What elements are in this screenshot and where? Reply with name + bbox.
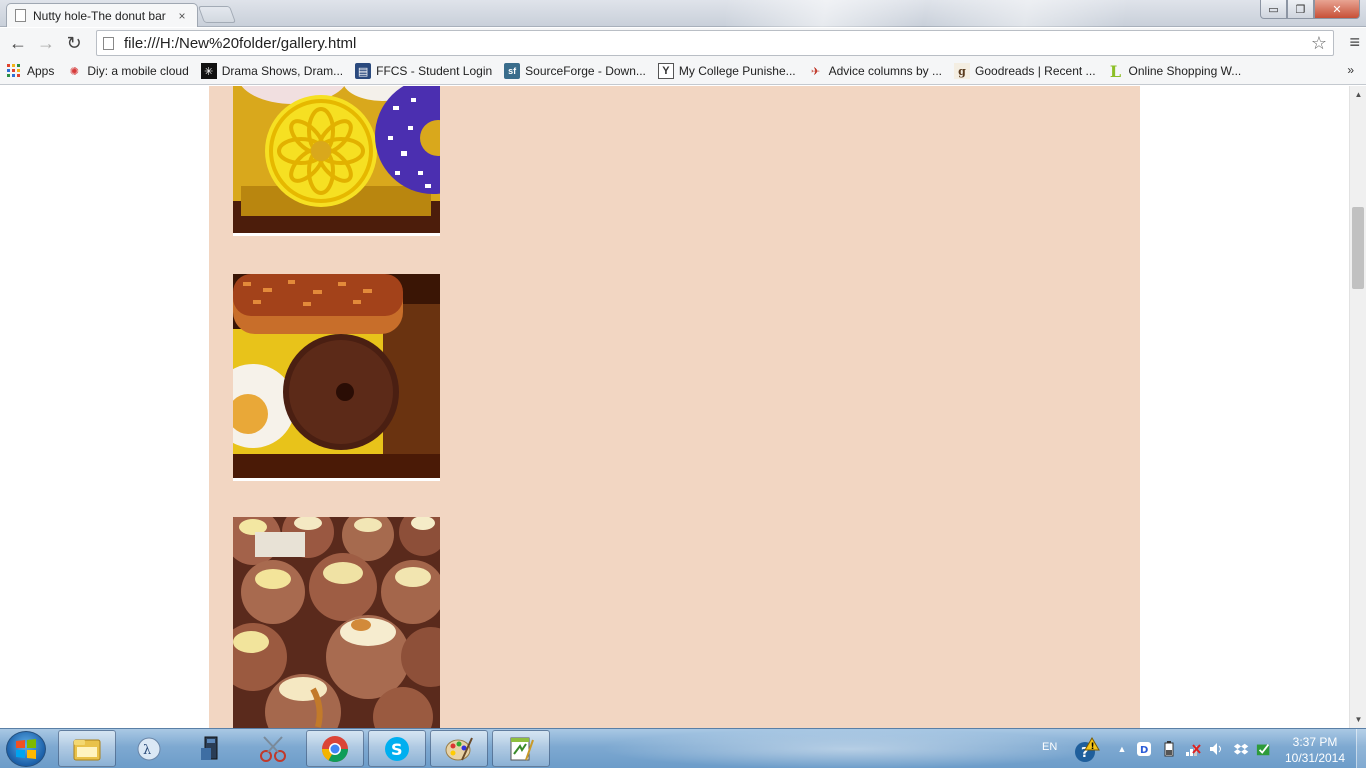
bookmark-apps[interactable]: Apps xyxy=(6,63,54,79)
ffcs-icon: ▤ xyxy=(355,63,372,79)
start-button[interactable] xyxy=(6,731,46,767)
bookmark-college[interactable]: Y My College Punishe... xyxy=(657,63,796,79)
taskbar-paint[interactable] xyxy=(430,730,488,767)
bookmark-goodreads[interactable]: g Goodreads | Recent ... xyxy=(954,63,1096,79)
skype-icon: S xyxy=(385,736,409,761)
scrollbar-thumb[interactable] xyxy=(1352,207,1364,289)
window-controls: ▭ ❐ ✕ xyxy=(1260,0,1360,19)
system-clock[interactable]: 3:37 PM 10/31/2014 xyxy=(1282,734,1348,766)
bookmark-shopping[interactable]: L Online Shopping W... xyxy=(1108,61,1242,81)
taskbar-device-manager[interactable] xyxy=(182,730,240,767)
minimize-button[interactable]: ▭ xyxy=(1260,0,1287,19)
clock-time: 3:37 PM xyxy=(1292,735,1338,749)
language-indicator[interactable]: EN xyxy=(1042,741,1057,753)
tab-gallery[interactable]: Nutty hole-The donut bar × xyxy=(6,3,198,27)
bookmark-label: Drama Shows, Dram... xyxy=(221,64,344,78)
gallery-photo-2[interactable] xyxy=(233,274,440,481)
clock-date: 10/31/2014 xyxy=(1284,751,1346,765)
dropbox-icon[interactable] xyxy=(1233,741,1249,757)
bookmark-advice[interactable]: ✈ Advice columns by ... xyxy=(808,63,942,79)
show-desktop-button[interactable] xyxy=(1356,729,1366,769)
taskbar-math-input[interactable]: λ xyxy=(120,730,178,767)
bookmarks-overflow-icon[interactable]: » xyxy=(1347,63,1354,77)
bookmark-diy[interactable]: ✺ Diy: a mobile cloud xyxy=(66,63,189,79)
new-tab-button[interactable] xyxy=(197,6,237,23)
tab-strip: Nutty hole-The donut bar × ▭ ❐ ✕ xyxy=(0,0,1366,27)
windows-logo-icon xyxy=(16,739,36,759)
sync-check-icon[interactable] xyxy=(1256,741,1272,757)
bookmark-label: FFCS - Student Login xyxy=(376,64,493,78)
bookmark-drama[interactable]: ✳ Drama Shows, Dram... xyxy=(200,63,344,79)
forward-button[interactable]: → xyxy=(32,29,60,57)
drama-icon: ✳ xyxy=(200,63,217,79)
taskbar-notepad-plus[interactable] xyxy=(492,730,550,767)
page-viewport xyxy=(0,86,1349,728)
help-warning-icon[interactable]: ? ! xyxy=(1074,737,1100,763)
reload-button[interactable]: ↻ xyxy=(60,29,88,57)
taskbar-explorer[interactable] xyxy=(58,730,116,767)
page-icon xyxy=(103,36,114,50)
sourceforge-icon: sf xyxy=(504,63,521,79)
bookmark-label: Diy: a mobile cloud xyxy=(87,64,189,78)
bookmark-label: Goodreads | Recent ... xyxy=(975,64,1096,78)
bookmark-label: Apps xyxy=(27,64,55,78)
svg-text:λ: λ xyxy=(143,743,151,758)
battery-icon[interactable] xyxy=(1161,741,1177,757)
network-icon[interactable] xyxy=(1185,741,1201,757)
scroll-down-arrow-icon[interactable]: ▼ xyxy=(1350,711,1366,728)
tray-app-d-icon[interactable]: D xyxy=(1136,741,1152,757)
volume-icon[interactable] xyxy=(1208,741,1224,757)
taskbar-snipping-tool[interactable] xyxy=(244,730,302,767)
tab-title: Nutty hole-The donut bar xyxy=(33,8,166,23)
bookmarks-bar: Apps ✺ Diy: a mobile cloud ✳ Drama Shows… xyxy=(0,58,1366,85)
svg-text:!: ! xyxy=(1091,742,1095,752)
folder-icon xyxy=(73,739,101,760)
tab-close-icon[interactable]: × xyxy=(175,9,189,23)
back-button[interactable]: ← xyxy=(4,29,32,57)
svg-text:S: S xyxy=(391,740,403,759)
show-hidden-icons-icon[interactable]: ▲ xyxy=(1114,741,1130,757)
chrome-menu-icon[interactable]: ≡ xyxy=(1349,32,1360,53)
bookmark-ffcs[interactable]: ▤ FFCS - Student Login xyxy=(355,63,492,79)
bookmark-label: My College Punishe... xyxy=(678,64,796,78)
windows-taskbar: λ S EN ? ! ▲ D 3:37 PM 10/31/2014 xyxy=(0,728,1366,769)
close-window-button[interactable]: ✕ xyxy=(1314,0,1360,19)
url-text[interactable]: file:///H:/New%20folder/gallery.html xyxy=(124,35,1311,52)
browser-toolbar: ← → ↻ file:///H:/New%20folder/gallery.ht… xyxy=(0,28,1366,58)
chrome-icon xyxy=(321,735,349,762)
device-manager-icon xyxy=(201,736,218,760)
bookmark-sourceforge[interactable]: sf SourceForge - Down... xyxy=(504,63,646,79)
page-icon xyxy=(15,9,26,22)
taskbar-skype[interactable]: S xyxy=(368,730,426,767)
bookmark-label: SourceForge - Down... xyxy=(525,64,646,78)
paint-palette-icon xyxy=(445,737,473,760)
apps-grid-icon xyxy=(6,63,22,79)
gallery-photo-3[interactable] xyxy=(233,517,440,728)
address-bar[interactable]: file:///H:/New%20folder/gallery.html ☆ xyxy=(96,30,1334,56)
bookmark-label: Advice columns by ... xyxy=(828,64,943,78)
maximize-button[interactable]: ❐ xyxy=(1287,0,1314,19)
ycombinator-icon: Y xyxy=(657,63,674,79)
advice-icon: ✈ xyxy=(811,65,821,78)
goodreads-icon: g xyxy=(954,63,971,79)
shopping-icon: L xyxy=(1109,61,1122,81)
scissors-icon xyxy=(260,735,286,762)
vertical-scrollbar[interactable]: ▲ ▼ xyxy=(1349,86,1366,728)
notepad-plus-icon xyxy=(510,737,534,760)
svg-text:D: D xyxy=(1140,745,1148,756)
bookmark-star-icon[interactable]: ☆ xyxy=(1311,33,1327,54)
taskbar-chrome[interactable] xyxy=(306,730,364,767)
burst-icon: ✺ xyxy=(69,65,79,78)
bookmark-label: Online Shopping W... xyxy=(1128,64,1242,78)
gallery-photo-1[interactable] xyxy=(233,86,440,236)
math-input-icon: λ xyxy=(137,737,161,760)
scroll-up-arrow-icon[interactable]: ▲ xyxy=(1350,86,1366,103)
